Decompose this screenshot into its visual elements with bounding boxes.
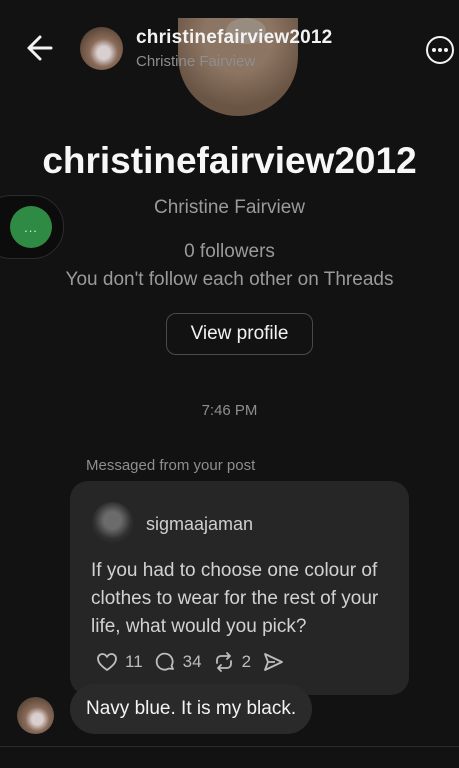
profile-username: christinefairview2012: [42, 140, 417, 181]
relationship-status: You don't follow each other on Threads: [65, 269, 394, 290]
chat-head-label: ...: [24, 219, 38, 235]
post-text: If you had to choose one colour of cloth…: [91, 560, 379, 637]
comment-count: 34: [182, 652, 202, 671]
post-actions: 11 34 2: [95, 650, 285, 674]
repost-count: 2: [241, 652, 252, 671]
header-avatar[interactable]: [80, 27, 123, 70]
arrow-left-icon: [27, 35, 53, 61]
send-icon: [264, 653, 283, 671]
message-timestamp: 7:46 PM: [201, 402, 258, 419]
message-text: Navy blue. It is my black.: [86, 698, 297, 719]
composer-divider: [0, 746, 459, 747]
post-author-avatar[interactable]: [92, 502, 133, 543]
sender-avatar[interactable]: [17, 697, 54, 734]
comment-icon: [155, 652, 174, 671]
like-action[interactable]: 11: [95, 650, 143, 674]
followers-count: 0 followers: [184, 241, 275, 262]
post-author-name[interactable]: sigmaajaman: [146, 514, 253, 535]
header-username[interactable]: christinefairview2012: [136, 27, 332, 49]
view-profile-button[interactable]: View profile: [166, 313, 313, 355]
comment-action[interactable]: 34: [153, 650, 202, 674]
more-options-icon: [426, 36, 454, 64]
header-full-name: Christine Fairview: [136, 53, 256, 70]
more-options-button[interactable]: [424, 34, 456, 66]
repost-action[interactable]: 2: [212, 650, 251, 674]
heart-icon: [97, 653, 117, 671]
profile-full-name: Christine Fairview: [154, 197, 305, 218]
message-bubble[interactable]: Navy blue. It is my black.: [70, 684, 313, 734]
message-context-label: Messaged from your post: [86, 457, 256, 474]
repost-icon: [215, 652, 232, 672]
back-button[interactable]: [22, 33, 56, 63]
like-count: 11: [125, 652, 143, 671]
share-action[interactable]: [261, 650, 285, 674]
